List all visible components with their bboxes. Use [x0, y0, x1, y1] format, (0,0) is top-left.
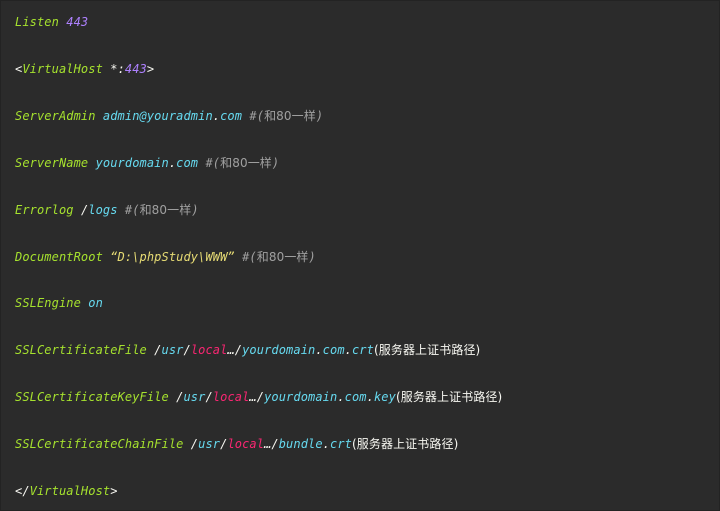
comment-close: ): [315, 109, 324, 123]
directive-sslcertificatefile: SSLCertificateFile: [15, 343, 147, 357]
directive-listen: Listen: [15, 15, 59, 29]
tag-close-bracket: >: [146, 62, 155, 76]
path-dot: .: [315, 343, 323, 357]
path-ellipsis: …/: [264, 437, 279, 451]
path-usr: usr: [183, 390, 206, 404]
directive-documentroot: DocumentRoot: [15, 250, 103, 264]
path-slash: /: [183, 343, 191, 357]
comment-text: 和80一样: [264, 109, 316, 123]
path-usr: usr: [161, 343, 184, 357]
path-ext: key: [373, 390, 396, 404]
port-number: 443: [66, 15, 89, 29]
code-line-sslengine: SSLEngine on: [15, 296, 103, 310]
directive-sslcertificatechainfile: SSLCertificateChainFile: [15, 437, 184, 451]
path-mid: com: [322, 343, 345, 357]
path-dot: .: [337, 390, 345, 404]
code-line-documentroot: DocumentRoot “D:\phpStudy\WWW” #(和80一样): [15, 250, 316, 264]
path-filename: bundle: [278, 437, 323, 451]
path-note: (服务器上证书路径): [351, 437, 459, 451]
path-filename: yourdomain: [242, 343, 316, 357]
host-colon: :: [117, 62, 125, 76]
directive-errorlog: Errorlog: [15, 203, 74, 217]
comment-hash: #(: [249, 109, 265, 123]
code-line-servername: ServerName yourdomain.com #(和80一样): [15, 156, 279, 170]
servername-value: yourdomain: [95, 156, 169, 170]
path-mid: com: [344, 390, 367, 404]
path-local: local: [190, 343, 228, 357]
tag-close-bracket: >: [110, 484, 118, 498]
comment-text: 和80一样: [256, 250, 309, 264]
tag-virtualhost: VirtualHost: [29, 484, 111, 498]
path-ellipsis: …/: [227, 343, 243, 357]
path-ellipsis: …/: [249, 390, 265, 404]
path-dot: .: [322, 437, 330, 451]
comment-close: ): [308, 250, 316, 264]
directive-sslcertificatekeyfile: SSLCertificateKeyFile: [15, 390, 169, 404]
serveradmin-dot: .: [212, 109, 221, 123]
code-block: Listen 443 <VirtualHost *:443> ServerAdm…: [0, 0, 720, 511]
path-usr: usr: [198, 437, 221, 451]
code-line-errorlog: Errorlog /logs #(和80一样): [15, 203, 199, 217]
code-line-sslcertificatechainfile: SSLCertificateChainFile /usr/local…/bund…: [15, 437, 458, 451]
errorlog-value: logs: [88, 203, 118, 217]
path-dot: .: [344, 343, 352, 357]
path-filename: yourdomain: [264, 390, 338, 404]
path-slash: /: [154, 343, 162, 357]
code-line-virtualhost-close: </VirtualHost>: [15, 484, 118, 498]
comment-close: ): [191, 203, 199, 217]
path-local: local: [212, 390, 250, 404]
code-line-serveradmin: ServerAdmin admin@youradmin.com #(和80一样): [15, 109, 323, 123]
tag-close-open-bracket: </: [15, 484, 30, 498]
vhost-port: 443: [124, 62, 147, 76]
host-wildcard: *: [110, 62, 118, 76]
path-local: local: [227, 437, 265, 451]
comment-text: 和80一样: [220, 156, 272, 170]
code-line-virtualhost-open: <VirtualHost *:443>: [15, 62, 154, 76]
directive-servername: ServerName: [15, 156, 89, 170]
code-line-listen: Listen 443: [15, 15, 88, 29]
path-dot: .: [366, 390, 374, 404]
comment-hash: #(: [205, 156, 221, 170]
sslengine-value: on: [88, 296, 103, 310]
comment-text: 和80一样: [139, 203, 192, 217]
path-note: (服务器上证书路径): [395, 390, 503, 404]
code-line-sslcertificatekeyfile: SSLCertificateKeyFile /usr/local…/yourdo…: [15, 390, 502, 404]
directive-sslengine: SSLEngine: [15, 296, 81, 310]
comment-hash: #(: [124, 203, 140, 217]
comment-close: ): [271, 156, 280, 170]
comment-hash: #(: [242, 250, 257, 264]
path-ext: crt: [330, 437, 352, 451]
directive-serveradmin: ServerAdmin: [15, 109, 96, 123]
path-ext: crt: [351, 343, 374, 357]
path-note: (服务器上证书路径): [373, 343, 481, 357]
serveradmin-tld: com: [220, 109, 243, 123]
code-line-sslcertificatefile: SSLCertificateFile /usr/local…/yourdomai…: [15, 343, 480, 357]
serveradmin-value: admin@youradmin: [102, 109, 213, 123]
path-slash: /: [205, 390, 213, 404]
documentroot-value: “D:\phpStudy\WWW”: [110, 250, 235, 264]
tag-virtualhost: VirtualHost: [22, 62, 103, 76]
servername-tld: com: [176, 156, 199, 170]
